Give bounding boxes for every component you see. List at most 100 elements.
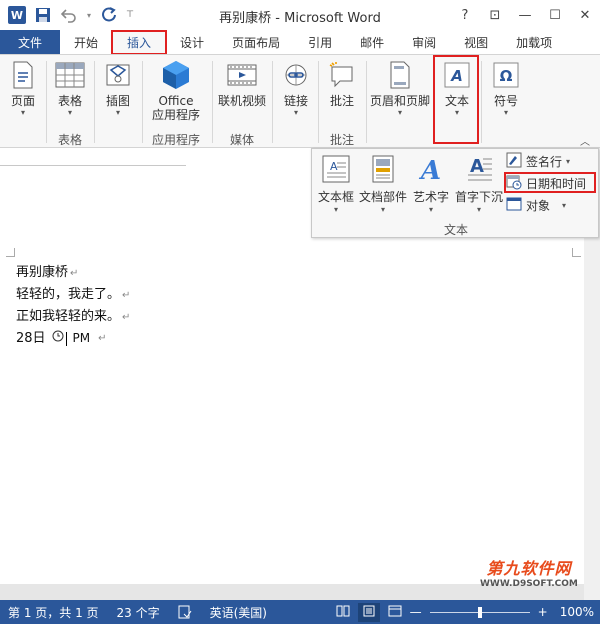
text-cursor [65,331,67,346]
language-indicator[interactable]: 英语(美国) [210,604,267,621]
minimize-button[interactable]: — [510,0,540,30]
chevron-down-icon: ▾ [566,156,571,166]
online-video-button[interactable]: 联机视频 [214,59,270,127]
undo-icon[interactable] [58,4,80,26]
svg-text:A: A [450,67,463,85]
site-watermark: 第九软件网 WWW.D9SOFT.COM [480,559,578,589]
pages-button[interactable]: 页面 ▾ [1,59,45,127]
divider [481,61,482,143]
tab-references[interactable]: 引用 [294,30,346,54]
title-bar: W ▾ ⊤ 再别康桥 - Microsoft Word ? ⊡ — ☐ ✕ [0,0,600,30]
object-button[interactable]: 对象 ▾ [506,195,566,215]
zoom-slider-thumb[interactable] [477,606,482,618]
tab-mailings[interactable]: 邮件 [346,30,398,54]
signature-line-button[interactable]: 签名行 ▾ [506,151,570,171]
word-count[interactable]: 23 个字 [117,604,160,621]
quick-access-toolbar: W ▾ ⊤ [0,0,136,30]
tab-page-layout[interactable]: 页面布局 [218,30,294,54]
ribbon-display-button[interactable]: ⊡ [480,0,510,30]
chevron-down-icon: ▾ [503,108,508,117]
chevron-down-icon: ▾ [428,205,433,214]
illustrations-button[interactable]: 插图 ▾ [96,59,140,127]
svg-text:A: A [418,156,441,183]
status-bar: 第 1 页，共 1 页 23 个字 英语(美国) — + 100% [0,600,600,624]
zoom-slider[interactable] [429,606,530,618]
textbox-icon: A [320,153,352,185]
text-group-popup: A 文本框 ▾ 文档部件 ▾ A 艺术字 ▾ A 首字下沉 ▾ 签名行 ▾ 日期… [311,148,599,238]
group-label-comments: 批注 [329,133,354,147]
header-footer-button[interactable]: 页眉和页脚 ▾ [368,59,432,127]
chevron-down-icon: ▾ [454,108,459,117]
page-count[interactable]: 第 1 页，共 1 页 [8,604,99,621]
divider [318,61,319,143]
header-footer-icon [384,59,416,91]
calendar-clock-icon [506,174,522,193]
paragraph-mark-icon: ↵ [122,312,131,323]
wordart-button[interactable]: A 艺术字 ▾ [410,153,452,214]
date-time-button[interactable]: 日期和时间 [506,173,586,193]
wordart-icon: A [415,153,447,185]
tab-home[interactable]: 开始 [60,30,112,54]
divider [366,61,367,143]
chevron-down-icon: ▾ [397,108,402,117]
chevron-down-icon: ▾ [293,108,298,117]
read-mode-icon[interactable] [336,605,350,620]
text-icon: A [441,59,473,91]
divider [142,61,143,143]
print-layout-icon[interactable] [357,602,380,622]
group-label-text: 文本 [443,223,468,237]
chevron-down-icon: ▾ [476,205,481,214]
office-store-icon [160,59,192,91]
textbox-button[interactable]: A 文本框 ▾ [318,153,354,214]
svg-text:A: A [330,160,338,173]
divider [94,61,95,143]
tab-view[interactable]: 视图 [450,30,502,54]
collapse-ribbon-icon[interactable]: ︿ [580,133,590,148]
undo-dropdown-icon[interactable]: ▾ [84,4,94,26]
symbols-button[interactable]: Ω 符号 ▾ [484,59,528,127]
omega-icon: Ω [490,59,522,91]
group-label-table: 表格 [57,133,82,147]
tab-addins[interactable]: 加载项 [502,30,566,54]
tab-review[interactable]: 审阅 [398,30,450,54]
tab-insert[interactable]: 插入 [111,30,168,55]
help-button[interactable]: ? [450,0,480,30]
chevron-down-icon: ▾ [380,205,385,214]
comment-button[interactable]: 批注 [320,59,364,127]
signature-icon [506,152,522,171]
office-apps-button[interactable]: Office 应用程序 [144,59,208,127]
links-button[interactable]: 链接 ▾ [274,59,318,127]
pages-icon [7,59,39,91]
chevron-down-icon: ▾ [333,205,338,214]
document-text[interactable]: 再别康桥 ↵ 轻轻的，我走了。 ↵ 正如我轻轻的来。 ↵ 28日 PM ↵ [16,262,130,349]
ribbon-tabs: 文件 开始 插入 设计 页面布局 引用 邮件 审阅 视图 加载项 [0,30,600,55]
maximize-button[interactable]: ☐ [540,0,570,30]
proofing-icon[interactable] [178,605,192,619]
view-zoom-controls: — + 100% [336,600,594,624]
group-label-media: 媒体 [229,133,254,147]
dropcap-button[interactable]: A 首字下沉 ▾ [454,153,504,214]
web-layout-icon[interactable] [388,605,402,620]
doc-parts-button[interactable]: 文档部件 ▾ [358,153,408,214]
zoom-level[interactable]: 100% [560,605,594,619]
divider [46,61,47,143]
paragraph-mark-icon: ↵ [70,268,79,279]
chevron-down-icon: ▾ [67,108,72,117]
link-icon [280,59,312,91]
ribbon-insert: 页面 ▾ 表格 ▾ 表格 插图 ▾ Office 应用程序 应用程序 联机视频 … [0,54,600,148]
zoom-in-icon[interactable]: + [538,605,548,619]
customize-qat-icon[interactable]: ⊤ [124,4,136,26]
tab-design[interactable]: 设计 [166,30,218,54]
save-icon[interactable] [32,4,54,26]
word-app-icon[interactable]: W [6,4,28,26]
divider [272,61,273,143]
tab-file[interactable]: 文件 [0,30,61,54]
svg-text:A: A [470,156,484,177]
table-button[interactable]: 表格 ▾ [48,59,92,127]
svg-text:Ω: Ω [500,67,513,85]
redo-icon[interactable] [98,4,120,26]
text-button[interactable]: A 文本 ▾ [435,59,479,127]
close-button[interactable]: ✕ [570,0,600,30]
zoom-out-icon[interactable]: — [410,605,422,619]
table-icon [54,59,86,91]
